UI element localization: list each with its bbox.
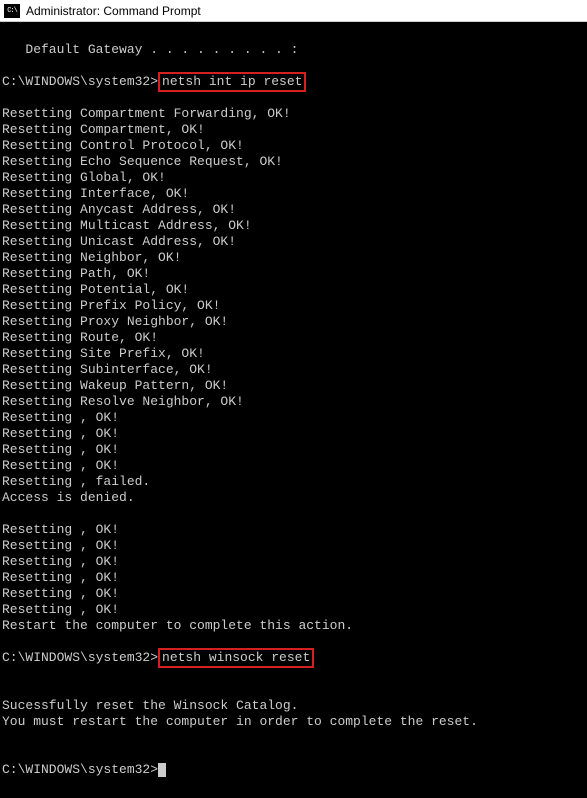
output-line: Resetting Compartment Forwarding, OK! [2,106,291,121]
output-line: Resetting Prefix Policy, OK! [2,298,220,313]
command-text: netsh int ip reset [162,74,302,89]
output-line: Sucessfully reset the Winsock Catalog. [2,698,298,713]
output-line: You must restart the computer in order t… [2,714,478,729]
text-cursor [158,763,166,777]
output-line: Resetting Compartment, OK! [2,122,205,137]
output-line: Resetting , OK! [2,410,119,425]
output-line: Default Gateway . . . . . . . . . : [2,42,298,57]
output-line: Resetting Potential, OK! [2,282,189,297]
output-line: Resetting , OK! [2,458,119,473]
output-line: Resetting Anycast Address, OK! [2,202,236,217]
output-line: Resetting Echo Sequence Request, OK! [2,154,283,169]
output-line: Resetting , failed. [2,474,150,489]
output-line: Resetting Unicast Address, OK! [2,234,236,249]
output-line: Resetting Control Protocol, OK! [2,138,244,153]
output-line: Resetting Resolve Neighbor, OK! [2,394,244,409]
output-line: Resetting , OK! [2,442,119,457]
window-title: Administrator: Command Prompt [26,4,201,18]
output-line: Resetting Site Prefix, OK! [2,346,205,361]
output-line: Resetting Path, OK! [2,266,150,281]
output-line: Resetting Neighbor, OK! [2,250,181,265]
cmd-icon: C:\ [4,4,20,18]
prompt-line-1: C:\WINDOWS\system32> netsh int ip reset [2,74,585,90]
command-highlight-2: netsh winsock reset [158,648,314,668]
window-title-bar[interactable]: C:\ Administrator: Command Prompt [0,0,587,22]
prompt-line-2: C:\WINDOWS\system32> netsh winsock reset [2,650,585,666]
terminal-output[interactable]: Default Gateway . . . . . . . . . : C:\W… [0,22,587,798]
output-line: Resetting , OK! [2,602,119,617]
prompt-path: C:\WINDOWS\system32> [2,762,158,778]
output-line: Resetting Proxy Neighbor, OK! [2,314,228,329]
output-line: Access is denied. [2,490,135,505]
prompt-path: C:\WINDOWS\system32> [2,74,158,90]
output-line: Resetting Interface, OK! [2,186,189,201]
output-line: Resetting Route, OK! [2,330,158,345]
output-line: Resetting Multicast Address, OK! [2,218,252,233]
output-line: Resetting Global, OK! [2,170,166,185]
output-line: Resetting Wakeup Pattern, OK! [2,378,228,393]
output-line: Resetting Subinterface, OK! [2,362,213,377]
output-line: Resetting , OK! [2,426,119,441]
command-text: netsh winsock reset [162,650,310,665]
prompt-path: C:\WINDOWS\system32> [2,650,158,666]
prompt-line-3[interactable]: C:\WINDOWS\system32> [2,762,585,778]
output-line: Resetting , OK! [2,570,119,585]
output-line: Resetting , OK! [2,554,119,569]
output-line: Resetting , OK! [2,586,119,601]
output-line: Resetting , OK! [2,538,119,553]
output-line: Restart the computer to complete this ac… [2,618,353,633]
output-line: Resetting , OK! [2,522,119,537]
command-highlight-1: netsh int ip reset [158,72,306,92]
